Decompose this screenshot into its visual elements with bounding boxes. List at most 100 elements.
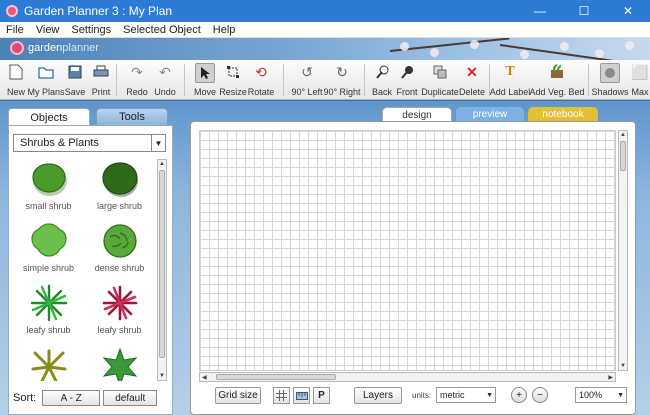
menu-selected-object[interactable]: Selected Object [117, 24, 207, 36]
rotate-left-button[interactable]: ↺ 90° Left [291, 63, 323, 97]
blossom-decoration [430, 48, 439, 57]
units-select[interactable]: metric ▼ [436, 387, 496, 403]
grid-toggle-icon[interactable] [273, 387, 290, 404]
scroll-right-icon[interactable]: ▶ [608, 374, 613, 381]
scroll-down-icon[interactable]: ▼ [159, 373, 165, 379]
move-button[interactable]: Move [194, 63, 216, 97]
maximize-button[interactable]: ☐ [562, 0, 606, 22]
menu-settings[interactable]: Settings [65, 24, 117, 36]
blossom-decoration [520, 50, 529, 59]
window-title: Garden Planner 3 : My Plan [24, 4, 173, 18]
sort-az-button[interactable]: A - Z [42, 390, 101, 406]
sort-default-button[interactable]: default [103, 390, 158, 406]
canvas-horizontal-scrollbar[interactable]: ◀ ▶ [199, 372, 616, 382]
plant-item-simple-shrub[interactable]: simple shrub [13, 221, 84, 283]
toolbar-separator [588, 64, 589, 96]
menu-file[interactable]: File [0, 24, 30, 36]
duplicate-button[interactable]: Duplicate [421, 63, 459, 97]
tab-preview[interactable]: preview [456, 107, 524, 122]
brush-front-icon [398, 63, 416, 81]
zoom-in-icon[interactable]: + [511, 387, 527, 403]
p-toggle-button[interactable]: P [313, 387, 330, 404]
scroll-up-icon[interactable]: ▲ [159, 161, 165, 167]
layers-button[interactable]: Layers [354, 387, 402, 404]
new-button[interactable]: New [6, 63, 26, 97]
send-back-button[interactable]: Back [372, 63, 392, 97]
zoom-out-icon[interactable]: − [532, 387, 548, 403]
grid-size-button[interactable]: Grid size [215, 387, 261, 404]
printer-icon [92, 63, 110, 81]
resize-icon [224, 63, 242, 81]
category-dropdown[interactable]: Shrubs & Plants ▼ [13, 134, 166, 152]
units-label: units: [412, 391, 432, 400]
zoom-select[interactable]: 100% ▼ [575, 387, 627, 403]
print-button[interactable]: Print [92, 63, 110, 97]
save-button[interactable]: Save [65, 63, 85, 97]
toolbar-separator [116, 64, 117, 96]
scroll-down-icon[interactable]: ▼ [620, 363, 626, 369]
maximize-view-icon: ⬜ [631, 64, 649, 80]
delete-button[interactable]: ✕ Delete [459, 63, 485, 97]
blossom-decoration [400, 42, 409, 51]
plant-item-leafy-shrub-red[interactable]: leafy shrub [84, 283, 155, 345]
leafy-shrub-green-icon [30, 284, 67, 322]
design-grid-canvas[interactable] [199, 130, 616, 371]
redo-button[interactable]: ↷ Redo [126, 63, 148, 97]
plant-grid: small shrub large shrub simple shrub den… [13, 159, 155, 381]
plant-item-star-plant[interactable] [84, 345, 155, 381]
plant-item-spiky-plant[interactable] [13, 345, 84, 381]
scrollbar-thumb[interactable] [620, 141, 626, 171]
my-plans-button[interactable]: My Plans [28, 63, 65, 97]
zoom-select-value: 100% [579, 390, 603, 400]
canvas-vertical-scrollbar[interactable]: ▲ ▼ [618, 130, 628, 371]
shadow-ball-icon [600, 63, 620, 83]
large-shrub-icon [101, 162, 138, 197]
scroll-left-icon[interactable]: ◀ [202, 374, 207, 381]
scroll-up-icon[interactable]: ▲ [620, 132, 626, 138]
tab-tools[interactable]: Tools [96, 108, 168, 126]
blossom-decoration [595, 49, 604, 58]
delete-x-icon: ✕ [466, 64, 478, 80]
brand-name-part1: garden [28, 42, 63, 54]
undo-button[interactable]: ↶ Undo [154, 63, 176, 97]
plant-item-leafy-shrub-green[interactable]: leafy shrub [13, 283, 84, 345]
scrollbar-thumb[interactable] [159, 170, 165, 358]
undo-arrow-icon: ↶ [159, 64, 171, 80]
tab-notebook[interactable]: notebook [528, 107, 598, 122]
sort-row: Sort: A - Z default [13, 388, 168, 408]
leafy-shrub-red-icon [102, 285, 137, 321]
small-shrub-icon [31, 163, 67, 196]
menu-view[interactable]: View [30, 24, 66, 36]
ruler-icon[interactable] [293, 387, 310, 404]
title-bar: Garden Planner 3 : My Plan — ☐ ✕ [0, 0, 650, 22]
add-veg-bed-button[interactable]: Add Veg. Bed [529, 63, 585, 97]
resize-button[interactable]: Resize [219, 63, 247, 97]
plant-item-small-shrub[interactable]: small shrub [13, 159, 84, 221]
scrollbar-thumb[interactable] [216, 374, 336, 380]
rotate-button[interactable]: ⟲ Rotate [248, 63, 275, 97]
app-icon [6, 5, 18, 17]
save-disk-icon [66, 63, 84, 81]
brand-name-part2: planner [62, 42, 99, 54]
plant-item-large-shrub[interactable]: large shrub [84, 159, 155, 221]
close-button[interactable]: ✕ [606, 0, 650, 22]
shadows-toggle[interactable]: Shadows [591, 63, 629, 97]
bring-front-button[interactable]: Front [396, 63, 418, 97]
sort-label: Sort: [13, 392, 37, 404]
toolbar-separator [283, 64, 284, 96]
tab-objects[interactable]: Objects [8, 108, 90, 126]
max-button[interactable]: ⬜ Max [630, 63, 650, 97]
toolbar-separator [184, 64, 185, 96]
plant-item-dense-shrub[interactable]: dense shrub [84, 221, 155, 283]
plant-list-scrollbar[interactable]: ▲ ▼ [157, 159, 167, 381]
menu-help[interactable]: Help [207, 24, 242, 36]
blossom-decoration [470, 40, 479, 49]
tab-design[interactable]: design [382, 107, 452, 122]
rotate-right-button[interactable]: ↻ 90° Right [323, 63, 360, 97]
minimize-button[interactable]: — [518, 0, 562, 22]
brush-back-icon [373, 63, 391, 81]
blossom-decoration [560, 42, 569, 51]
design-panel: ▲ ▼ ◀ ▶ Grid size P Layers units: metric… [190, 121, 636, 415]
add-label-button[interactable]: T Add Label [490, 63, 531, 98]
brand-banner: garden planner [0, 38, 650, 60]
